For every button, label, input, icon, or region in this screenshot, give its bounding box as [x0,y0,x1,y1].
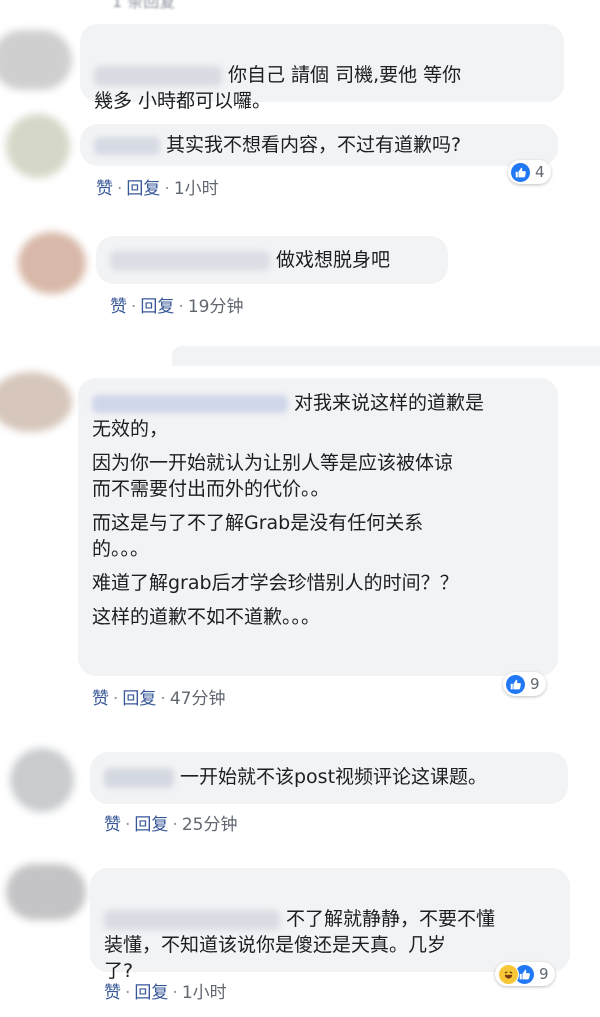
avatar[interactable] [0,372,72,432]
commenter-name[interactable] [110,250,270,271]
comment-bubble: 你自己 請個 司機,要他 等你 幾多 小時都可以囉。 [80,24,564,112]
timestamp[interactable]: 47分钟 [170,689,226,709]
like-link[interactable]: 赞 [104,983,121,1003]
reaction-count: 9 [539,965,549,983]
comment-bubble: 做戏想脱身吧 [96,236,448,284]
commenter-name[interactable] [94,65,222,86]
avatar[interactable] [6,114,70,178]
commenter-name[interactable] [94,136,160,155]
like-link[interactable]: 赞 [110,297,127,317]
comment-bubble: 一开始就不该post视频评论这课题。 [90,752,568,804]
comment-bubble: 不了解就静静，不要不懂 装懂，不知道该说你是傻还是天真。几岁 了? [90,868,570,982]
reaction-count: 9 [530,675,540,693]
reaction-summary[interactable]: 9 [495,962,555,986]
avatar[interactable] [6,864,86,920]
timestamp[interactable]: 19分钟 [188,297,244,317]
commenter-name[interactable] [92,394,288,413]
like-link[interactable]: 赞 [96,179,113,199]
timestamp[interactable]: 1小时 [182,983,227,1003]
reaction-summary[interactable]: 9 [503,672,546,696]
comment-text: 你自己 請個 司機,要他 等你 幾多 小時都可以囉。 [94,64,462,112]
comment-text: 不了解就静静，不要不懂 装懂，不知道该说你是傻还是天真。几岁 了? [104,908,496,982]
reply-link[interactable]: 回复 [134,983,168,1003]
avatar[interactable] [18,232,86,294]
avatar[interactable] [0,30,72,90]
comment-actions: 赞 · 回复 · 19分钟 [110,297,244,317]
commenter-name[interactable] [104,767,174,788]
like-icon [511,162,530,182]
comment-actions: 赞 · 回复 · 25分钟 [104,815,238,835]
partial-bubble [172,346,600,366]
like-icon [506,674,525,694]
comment-thread: 1 条回复 你自己 請個 司機,要他 等你 幾多 小時都可以囉。 其实我不想看内… [0,0,600,1017]
comment-bubble: 对我来说这样的道歉是 无效的， 因为你一开始就认为让别人等是应该被体谅 而不需要… [78,378,558,676]
timestamp[interactable]: 1小时 [174,179,219,199]
commenter-name[interactable] [104,909,280,930]
comment-text: 对我来说这样的道歉是 无效的， 因为你一开始就认为让别人等是应该被体谅 而不需要… [92,392,485,628]
like-link[interactable]: 赞 [92,689,109,709]
reply-link[interactable]: 回复 [126,179,160,199]
comment-actions: 赞 · 回复 · 47分钟 [92,689,226,709]
comment-bubble: 其实我不想看内容，不过有道歉吗? [80,124,558,166]
view-replies-fragment[interactable]: 1 条回复 [112,0,175,12]
reply-link[interactable]: 回复 [140,297,174,317]
timestamp[interactable]: 25分钟 [182,815,238,835]
like-link[interactable]: 赞 [104,815,121,835]
haha-icon [498,963,519,985]
avatar[interactable] [10,748,74,812]
comment-text: 其实我不想看内容，不过有道歉吗? [94,132,544,158]
comment-text: 做戏想脱身吧 [110,247,434,273]
reaction-summary[interactable]: 4 [508,160,551,184]
reply-link[interactable]: 回复 [134,815,168,835]
comment-text: 一开始就不该post视频评论这课题。 [104,764,554,790]
reply-link[interactable]: 回复 [122,689,156,709]
comment-actions: 赞 · 回复 · 1小时 [96,179,219,199]
reaction-count: 4 [535,163,545,181]
comment-actions: 赞 · 回复 · 1小时 [104,983,227,1003]
